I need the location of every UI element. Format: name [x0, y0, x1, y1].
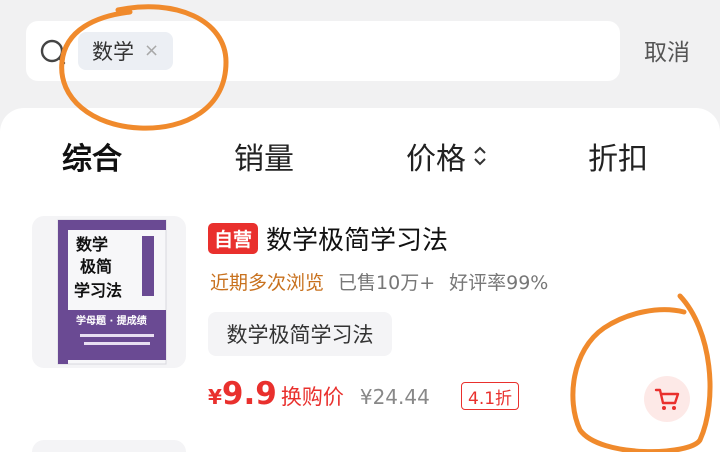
price-label: 换购价 — [280, 385, 344, 409]
rating-rate: 好评率99% — [449, 272, 549, 294]
tab-label: 销量 — [234, 142, 294, 177]
add-to-cart-button[interactable] — [644, 376, 690, 422]
self-operated-badge: 自营 — [208, 223, 259, 254]
search-keyword-text: 数学 — [92, 40, 134, 64]
cover-title-line: 学习法 — [74, 281, 122, 300]
tab-comprehensive[interactable]: 综合 — [62, 134, 122, 178]
tab-label: 价格 — [406, 142, 466, 177]
tab-label: 综合 — [62, 142, 122, 177]
search-icon — [40, 39, 66, 65]
price-value: 9.9 — [221, 376, 277, 412]
product-image[interactable]: 数学 极简 学习法 学母题 · 提成绩 — [32, 216, 186, 368]
cart-icon — [654, 388, 680, 410]
cover-title-line: 极简 — [80, 257, 112, 276]
original-price: ¥24.44 — [359, 385, 430, 409]
discount-badge: 4.1折 — [461, 382, 520, 410]
book-cover-icon: 数学 极简 学习法 学母题 · 提成绩 — [57, 219, 167, 365]
cancel-button[interactable]: 取消 — [644, 33, 690, 67]
product-tag[interactable]: 数学极简学习法 — [208, 312, 392, 356]
tab-label: 折扣 — [588, 142, 648, 177]
sort-updown-icon — [474, 146, 486, 166]
recent-view-label: 近期多次浏览 — [210, 272, 325, 294]
sold-count: 已售10万+ — [338, 272, 436, 294]
cover-tagline: 学母题 · 提成绩 — [76, 314, 147, 327]
price-currency: ¥ — [208, 385, 222, 409]
product-title[interactable]: 数学极简学习法 — [266, 220, 448, 257]
next-product-image[interactable] — [32, 440, 186, 452]
product-meta: 近期多次浏览 已售10万+ 好评率99% — [210, 268, 562, 295]
close-icon[interactable]: × — [144, 42, 159, 60]
product-title-row[interactable]: 自营 数学极简学习法 — [208, 220, 448, 257]
price-row: ¥ 9.9 换购价 ¥24.44 — [208, 376, 456, 412]
tab-sales[interactable]: 销量 — [234, 134, 294, 178]
tab-discount[interactable]: 折扣 — [588, 134, 648, 178]
search-keyword-chip[interactable]: 数学 × — [78, 32, 173, 70]
search-bar[interactable]: 数学 × — [26, 21, 620, 81]
cover-title-line: 数学 — [76, 235, 108, 254]
tab-price[interactable]: 价格 — [406, 134, 488, 178]
